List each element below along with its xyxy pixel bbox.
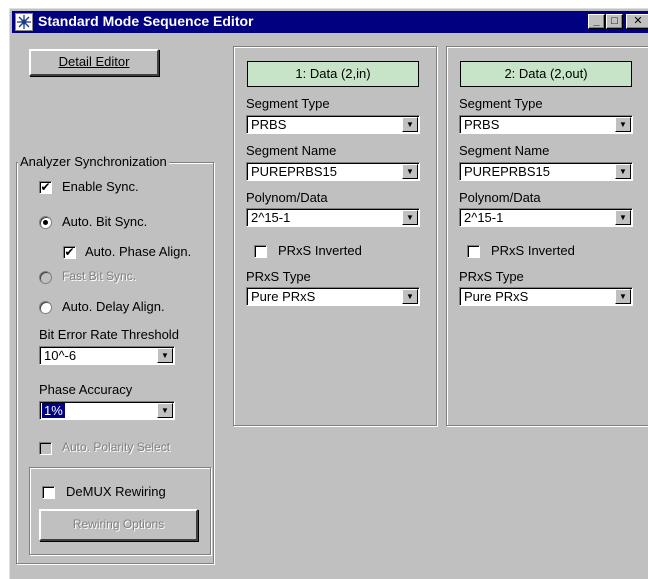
segment-name-label: Segment Name bbox=[246, 143, 337, 158]
auto-delay-align-label: Auto. Delay Align. bbox=[62, 299, 165, 314]
auto-polarity-checkbox[interactable] bbox=[39, 442, 52, 455]
prxs-type-label: PRxS Type bbox=[246, 269, 311, 284]
chevron-down-icon[interactable]: ▼ bbox=[402, 289, 418, 304]
auto-phase-align-checkbox[interactable]: ✔ bbox=[63, 246, 76, 259]
polynom-combo[interactable]: 2^15-1 ▼ bbox=[246, 208, 420, 227]
auto-phase-align-label: Auto. Phase Align. bbox=[85, 244, 192, 259]
segment-header: 1: Data (2,in) bbox=[247, 61, 419, 87]
fast-bit-sync-label: Fast Bit Sync. bbox=[62, 269, 137, 283]
enable-sync-label: Enable Sync. bbox=[62, 179, 139, 194]
auto-polarity-label: Auto. Polarity Select bbox=[62, 440, 171, 454]
segment-type-label: Segment Type bbox=[459, 96, 543, 111]
phase-accuracy-value: 1% bbox=[42, 403, 65, 418]
segment-name-value: PUREPRBS15 bbox=[464, 164, 550, 179]
demux-rewiring-checkbox[interactable] bbox=[42, 486, 55, 499]
enable-sync-checkbox[interactable]: ✔ bbox=[39, 181, 52, 194]
chevron-down-icon[interactable]: ▼ bbox=[615, 210, 631, 225]
segment-type-value: PRBS bbox=[464, 117, 500, 132]
prxs-type-value: Pure PRxS bbox=[251, 289, 316, 304]
chevron-down-icon[interactable]: ▼ bbox=[615, 289, 631, 304]
segment-header: 2: Data (2,out) bbox=[460, 61, 632, 87]
chevron-down-icon[interactable]: ▼ bbox=[402, 164, 418, 179]
polynom-label: Polynom/Data bbox=[246, 190, 328, 205]
prxs-type-combo[interactable]: Pure PRxS ▼ bbox=[459, 287, 633, 306]
close-button[interactable]: ✕ bbox=[626, 14, 648, 29]
ber-threshold-label: Bit Error Rate Threshold bbox=[39, 327, 179, 342]
phase-accuracy-label: Phase Accuracy bbox=[39, 382, 133, 397]
chevron-down-icon[interactable]: ▼ bbox=[402, 210, 418, 225]
polynom-value: 2^15-1 bbox=[464, 210, 504, 225]
chevron-down-icon[interactable]: ▼ bbox=[157, 348, 173, 363]
prxs-inverted-label: PRxS Inverted bbox=[278, 243, 362, 258]
prxs-inverted-label: PRxS Inverted bbox=[491, 243, 575, 258]
analyzer-sync-label: Analyzer Synchronization bbox=[18, 154, 169, 169]
chevron-down-icon[interactable]: ▼ bbox=[157, 403, 173, 418]
segment-panel-2: 2: Data (2,out) Segment Type PRBS ▼ Segm… bbox=[446, 46, 648, 426]
ber-threshold-combo[interactable]: 10^-6 ▼ bbox=[39, 346, 175, 365]
auto-bit-sync-radio[interactable] bbox=[39, 216, 52, 229]
segment-type-combo[interactable]: PRBS ▼ bbox=[459, 115, 633, 134]
title-bar[interactable]: Standard Mode Sequence Editor _ □ ✕ bbox=[12, 11, 648, 33]
segment-type-combo[interactable]: PRBS ▼ bbox=[246, 115, 420, 134]
segment-type-value: PRBS bbox=[251, 117, 287, 132]
polynom-combo[interactable]: 2^15-1 ▼ bbox=[459, 208, 633, 227]
fast-bit-sync-radio[interactable] bbox=[39, 271, 52, 284]
detail-editor-label: Detail Editor bbox=[58, 54, 130, 69]
prxs-inverted-checkbox[interactable] bbox=[254, 245, 267, 258]
minimize-button[interactable]: _ bbox=[588, 14, 605, 29]
demux-rewiring-label: DeMUX Rewiring bbox=[66, 484, 166, 499]
chevron-down-icon[interactable]: ▼ bbox=[402, 117, 418, 132]
phase-accuracy-combo[interactable]: 1% ▼ bbox=[39, 401, 175, 420]
segment-panel-1: 1: Data (2,in) Segment Type PRBS ▼ Segme… bbox=[233, 46, 437, 426]
polynom-label: Polynom/Data bbox=[459, 190, 541, 205]
maximize-button[interactable]: □ bbox=[606, 14, 623, 29]
auto-delay-align-radio[interactable] bbox=[39, 301, 52, 314]
segment-name-label: Segment Name bbox=[459, 143, 550, 158]
prxs-inverted-checkbox[interactable] bbox=[467, 245, 480, 258]
chevron-down-icon[interactable]: ▼ bbox=[615, 117, 631, 132]
ber-threshold-value: 10^-6 bbox=[44, 348, 77, 363]
segment-name-value: PUREPRBS15 bbox=[251, 164, 337, 179]
polynom-value: 2^15-1 bbox=[251, 210, 291, 225]
sequence-editor-window: Standard Mode Sequence Editor _ □ ✕ Deta… bbox=[9, 8, 648, 579]
detail-editor-button[interactable]: Detail Editor bbox=[29, 49, 159, 76]
segment-name-combo[interactable]: PUREPRBS15 ▼ bbox=[246, 162, 420, 181]
rewiring-options-button[interactable]: Rewiring Options bbox=[39, 509, 198, 541]
segment-type-label: Segment Type bbox=[246, 96, 330, 111]
prxs-type-label: PRxS Type bbox=[459, 269, 524, 284]
prxs-type-combo[interactable]: Pure PRxS ▼ bbox=[246, 287, 420, 306]
window-title: Standard Mode Sequence Editor bbox=[38, 13, 254, 29]
auto-bit-sync-label: Auto. Bit Sync. bbox=[62, 214, 148, 229]
segment-name-combo[interactable]: PUREPRBS15 ▼ bbox=[459, 162, 633, 181]
prxs-type-value: Pure PRxS bbox=[464, 289, 529, 304]
chevron-down-icon[interactable]: ▼ bbox=[615, 164, 631, 179]
app-icon bbox=[15, 13, 33, 31]
